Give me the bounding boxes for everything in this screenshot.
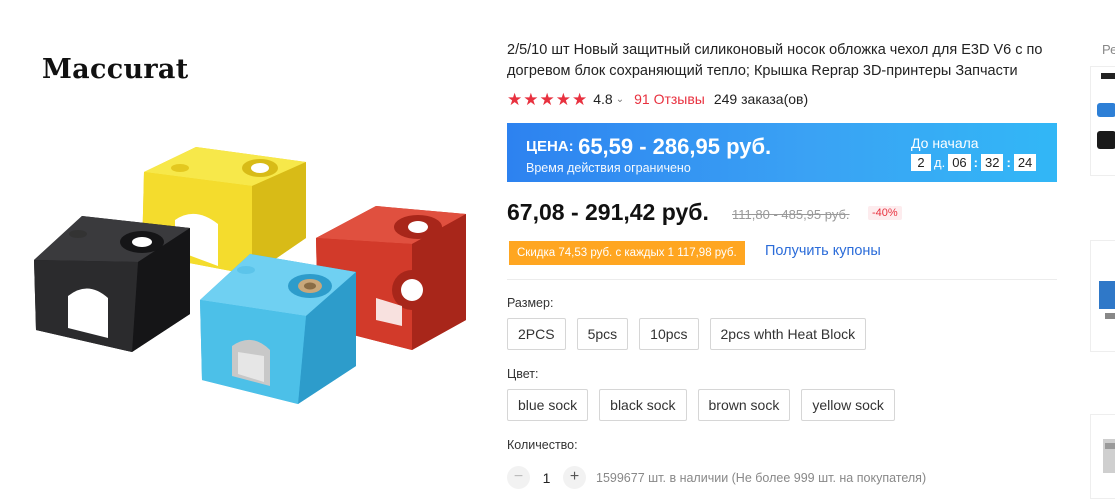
countdown-label: До начала xyxy=(911,135,979,151)
color-option-brown[interactable]: brown sock xyxy=(697,389,791,421)
quantity-input[interactable]: 1 xyxy=(530,470,563,486)
size-option-heat-block[interactable]: 2pcs whth Heat Block xyxy=(709,318,867,350)
current-price: 67,08 - 291,42 руб. xyxy=(507,199,709,225)
size-option-10pcs[interactable]: 10pcs xyxy=(639,318,699,350)
quantity-label: Количество: xyxy=(507,438,578,452)
product-image[interactable] xyxy=(20,120,490,420)
rating-value[interactable]: 4.8 xyxy=(593,91,612,107)
recommendation-thumbnail[interactable] xyxy=(1090,414,1115,499)
color-option-black[interactable]: black sock xyxy=(599,389,687,421)
banner-price: ЦЕНА: 65,59 - 286,95 руб. xyxy=(526,134,771,160)
countdown-days-unit: д. xyxy=(934,155,946,170)
coupon-tag: Скидка 74,53 руб. с каждых 1 117,98 руб. xyxy=(509,241,745,265)
size-label: Размер: xyxy=(507,296,554,310)
rating-stars: ★ ★ ★ ★ ★ xyxy=(507,91,587,108)
size-options: 2PCS 5pcs 10pcs 2pcs whth Heat Block xyxy=(507,318,867,350)
countdown-hours: 06 xyxy=(948,154,971,171)
product-title: 2/5/10 шт Новый защитный силиконовый нос… xyxy=(507,42,1043,79)
divider xyxy=(507,279,1057,280)
black-sock xyxy=(34,216,190,352)
countdown-separator: : xyxy=(1006,155,1011,170)
thumbnail-image xyxy=(1099,281,1115,319)
star-icon: ★ xyxy=(539,89,555,109)
recommendation-thumbnail[interactable] xyxy=(1090,240,1115,352)
countdown-timer: 2 д. 06 : 32 : 24 xyxy=(911,154,1037,171)
banner-price-label: ЦЕНА: xyxy=(526,138,574,155)
banner-price-value: 65,59 - 286,95 руб. xyxy=(578,134,772,159)
quantity-minus-button[interactable]: − xyxy=(507,466,530,489)
recommendations-header: Ре xyxy=(1102,42,1115,57)
quantity-stepper: − 1 + 1599677 шт. в наличии (Не более 99… xyxy=(507,466,926,489)
banner-subtitle: Время действия ограничено xyxy=(526,161,691,175)
silicone-socks-illustration xyxy=(34,147,466,404)
reviews-link[interactable]: 91 Отзывы xyxy=(634,91,705,107)
recommendation-thumbnail[interactable] xyxy=(1090,66,1115,176)
countdown-seconds: 24 xyxy=(1013,154,1037,171)
orders-count: 249 заказа(ов) xyxy=(713,91,809,107)
rating-row: ★ ★ ★ ★ ★ 4.8 ⌄ 91 Отзывы 249 заказа(ов) xyxy=(507,90,808,108)
countdown-minutes: 32 xyxy=(981,154,1004,171)
size-option-2pcs[interactable]: 2PCS xyxy=(507,318,566,350)
get-coupons-link[interactable]: Получить купоны xyxy=(765,243,881,259)
countdown-separator: : xyxy=(973,155,979,170)
thumbnail-image xyxy=(1103,439,1115,473)
brand-logo: Maccurat xyxy=(42,54,189,85)
quantity-plus-button[interactable]: + xyxy=(563,466,586,489)
color-option-blue[interactable]: blue sock xyxy=(507,389,589,421)
blue-sock xyxy=(200,254,356,404)
star-icon: ★ xyxy=(523,89,539,109)
old-price: 111,80 - 485,95 руб. xyxy=(732,207,850,222)
star-icon: ★ xyxy=(572,89,588,109)
color-option-yellow[interactable]: yellow sock xyxy=(801,389,895,421)
star-icon: ★ xyxy=(507,89,523,109)
color-options: blue sock black sock brown sock yellow s… xyxy=(507,389,895,421)
size-option-5pcs[interactable]: 5pcs xyxy=(576,318,629,350)
thumbnail-image xyxy=(1097,73,1115,149)
stock-info: 1599677 шт. в наличии (Не более 999 шт. … xyxy=(596,470,927,485)
discount-badge: -40% xyxy=(868,206,902,220)
promo-banner: ЦЕНА: 65,59 - 286,95 руб. Время действия… xyxy=(507,123,1057,182)
star-icon: ★ xyxy=(555,89,571,109)
chevron-down-icon[interactable]: ⌄ xyxy=(616,94,624,105)
color-label: Цвет: xyxy=(507,367,539,381)
countdown-days: 2 xyxy=(911,154,931,171)
